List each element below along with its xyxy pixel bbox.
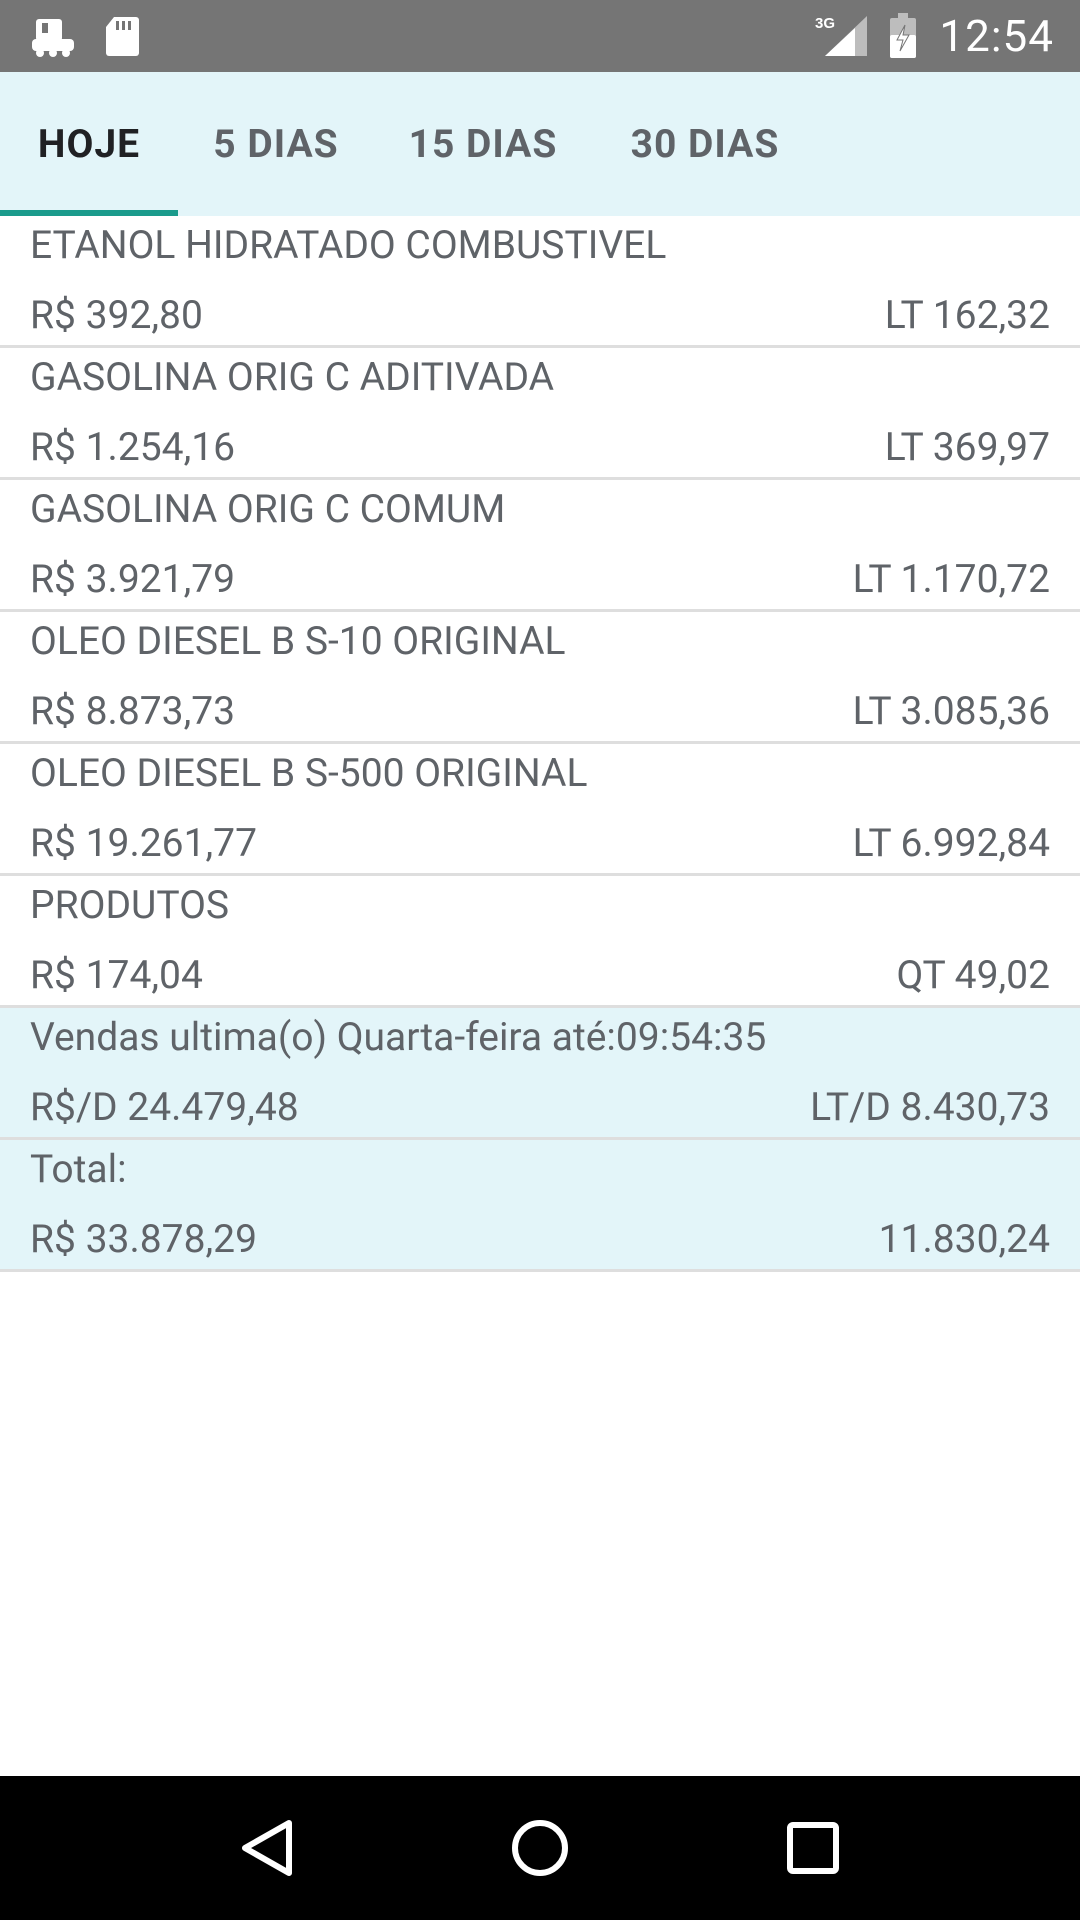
back-button[interactable] — [217, 1798, 317, 1898]
tab-30-dias[interactable]: 30 DIAS — [592, 72, 818, 216]
product-name: PRODUTOS — [30, 882, 230, 928]
last-sales-summary: Vendas ultima(o) Quarta-feira até:09:54:… — [0, 1008, 1080, 1140]
total-quantity: 11.830,24 — [878, 1216, 1050, 1262]
last-sales-liters-per-day: LT/D 8.430,73 — [810, 1084, 1050, 1130]
last-sales-amount-per-day: R$/D 24.479,48 — [30, 1084, 299, 1130]
product-quantity: LT 1.170,72 — [852, 556, 1050, 602]
product-name: GASOLINA ORIG C ADITIVADA — [30, 354, 555, 400]
list-item-etanol[interactable]: ETANOL HIDRATADO COMBUSTIVEL R$ 392,80 L… — [0, 216, 1080, 348]
product-quantity: LT 6.992,84 — [852, 820, 1050, 866]
home-button[interactable] — [490, 1798, 590, 1898]
tab-5-dias[interactable]: 5 DIAS — [178, 72, 374, 216]
product-amount: R$ 3.921,79 — [30, 556, 236, 602]
home-circle-icon — [511, 1820, 568, 1876]
product-quantity: QT 49,02 — [896, 952, 1050, 998]
recents-button[interactable] — [763, 1798, 863, 1898]
sd-card-icon — [104, 15, 140, 57]
list-item-diesel-s500[interactable]: OLEO DIESEL B S-500 ORIGINAL R$ 19.261,7… — [0, 744, 1080, 876]
tab-hoje[interactable]: HOJE — [0, 72, 178, 216]
product-quantity: LT 3.085,36 — [852, 688, 1050, 734]
status-notifications — [30, 15, 168, 57]
list-item-produtos[interactable]: PRODUTOS R$ 174,04 QT 49,02 — [0, 876, 1080, 1008]
product-name: OLEO DIESEL B S-500 ORIGINAL — [30, 750, 588, 796]
clock: 12:54 — [939, 10, 1054, 62]
back-triangle-icon — [241, 1820, 292, 1876]
cell-signal-icon: 3G — [815, 14, 871, 58]
product-quantity: LT 162,32 — [884, 292, 1050, 338]
product-amount: R$ 8.873,73 — [30, 688, 236, 734]
recents-square-icon — [787, 1822, 840, 1874]
list-item-gasolina-comum[interactable]: GASOLINA ORIG C COMUM R$ 3.921,79 LT 1.1… — [0, 480, 1080, 612]
robot-notification-icon — [30, 15, 76, 57]
status-system: 3G 12:54 — [797, 10, 1054, 62]
product-quantity: LT 369,97 — [884, 424, 1050, 470]
sales-list: ETANOL HIDRATADO COMBUSTIVEL R$ 392,80 L… — [0, 216, 1080, 1272]
product-name: ETANOL HIDRATADO COMBUSTIVEL — [30, 222, 667, 268]
period-tabs: HOJE 5 DIAS 15 DIAS 30 DIAS — [0, 72, 1080, 216]
status-bar: 3G 12:54 — [0, 0, 1080, 72]
product-amount: R$ 19.261,77 — [30, 820, 258, 866]
product-name: GASOLINA ORIG C COMUM — [30, 486, 506, 532]
total-label: Total: — [30, 1146, 127, 1192]
last-sales-label: Vendas ultima(o) Quarta-feira até:09:54:… — [30, 1014, 767, 1060]
total-amount: R$ 33.878,29 — [30, 1216, 258, 1262]
total-summary: Total: R$ 33.878,29 11.830,24 — [0, 1140, 1080, 1272]
product-amount: R$ 392,80 — [30, 292, 203, 338]
product-name: OLEO DIESEL B S-10 ORIGINAL — [30, 618, 566, 664]
product-amount: R$ 1.254,16 — [30, 424, 236, 470]
navigation-bar — [0, 1776, 1080, 1920]
list-item-gasolina-aditivada[interactable]: GASOLINA ORIG C ADITIVADA R$ 1.254,16 LT… — [0, 348, 1080, 480]
svg-text:3G: 3G — [815, 15, 835, 32]
list-item-diesel-s10[interactable]: OLEO DIESEL B S-10 ORIGINAL R$ 8.873,73 … — [0, 612, 1080, 744]
battery-icon — [889, 13, 917, 59]
tab-15-dias[interactable]: 15 DIAS — [374, 72, 592, 216]
product-amount: R$ 174,04 — [30, 952, 203, 998]
